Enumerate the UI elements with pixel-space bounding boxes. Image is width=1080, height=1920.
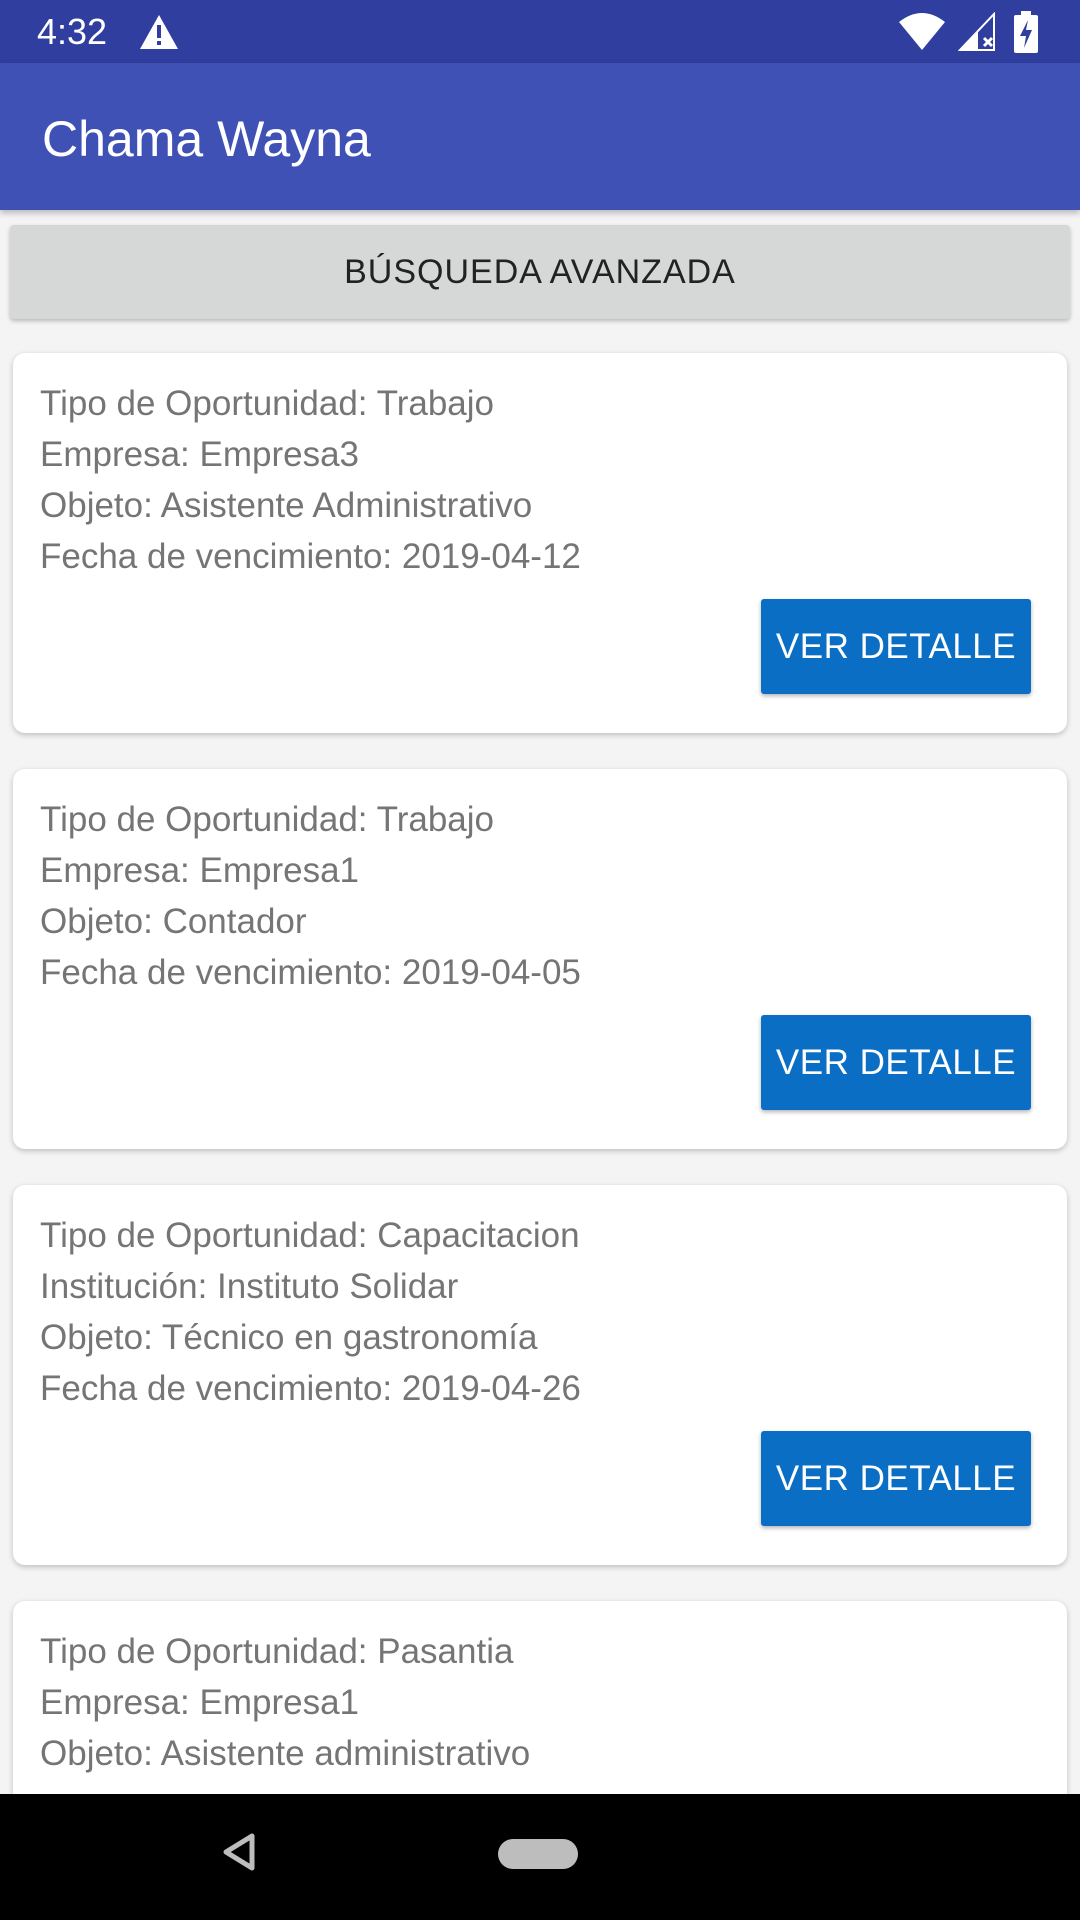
opportunity-due-date: Fecha de vencimiento: 2019-04-26	[40, 1369, 581, 1408]
view-detail-button[interactable]: VER DETALLE	[761, 1431, 1031, 1526]
advanced-search-button[interactable]: BÚSQUEDA AVANZADA	[10, 225, 1070, 319]
opportunity-object: Objeto: Asistente administrativo	[40, 1734, 531, 1773]
opportunity-due-date: Fecha de vencimiento: 2019-04-05	[40, 953, 581, 992]
opportunity-type: Tipo de Oportunidad: Trabajo	[40, 384, 494, 423]
opportunity-object: Objeto: Contador	[40, 902, 307, 941]
opportunity-list[interactable]: BÚSQUEDA AVANZADA Tipo de Oportunidad: T…	[0, 0, 1080, 1794]
opportunity-institution: Institución: Instituto Solidar	[40, 1267, 459, 1306]
home-pill-icon[interactable]	[498, 1839, 578, 1869]
view-detail-button[interactable]: VER DETALLE	[761, 599, 1031, 694]
opportunity-card: Tipo de Oportunidad: Trabajo Empresa: Em…	[13, 769, 1067, 1149]
opportunity-card: Tipo de Oportunidad: Capacitacion Instit…	[13, 1185, 1067, 1565]
opportunity-type: Tipo de Oportunidad: Trabajo	[40, 800, 494, 839]
opportunity-object: Objeto: Asistente Administrativo	[40, 486, 533, 525]
opportunity-company: Empresa: Empresa1	[40, 851, 360, 890]
opportunity-due-date: Fecha de vencimiento: 2019-04-12	[40, 537, 581, 576]
back-icon[interactable]	[222, 1832, 256, 1872]
opportunity-card: Tipo de Oportunidad: Trabajo Empresa: Em…	[13, 353, 1067, 733]
view-detail-button[interactable]: VER DETALLE	[761, 1015, 1031, 1110]
opportunity-company: Empresa: Empresa3	[40, 435, 360, 474]
opportunity-company: Empresa: Empresa1	[40, 1683, 360, 1722]
opportunity-object: Objeto: Técnico en gastronomía	[40, 1318, 538, 1357]
opportunity-card: Tipo de Oportunidad: Pasantia Empresa: E…	[13, 1601, 1067, 1794]
navigation-bar	[0, 1794, 1080, 1920]
opportunity-type: Tipo de Oportunidad: Pasantia	[40, 1632, 514, 1671]
opportunity-type: Tipo de Oportunidad: Capacitacion	[40, 1216, 580, 1255]
